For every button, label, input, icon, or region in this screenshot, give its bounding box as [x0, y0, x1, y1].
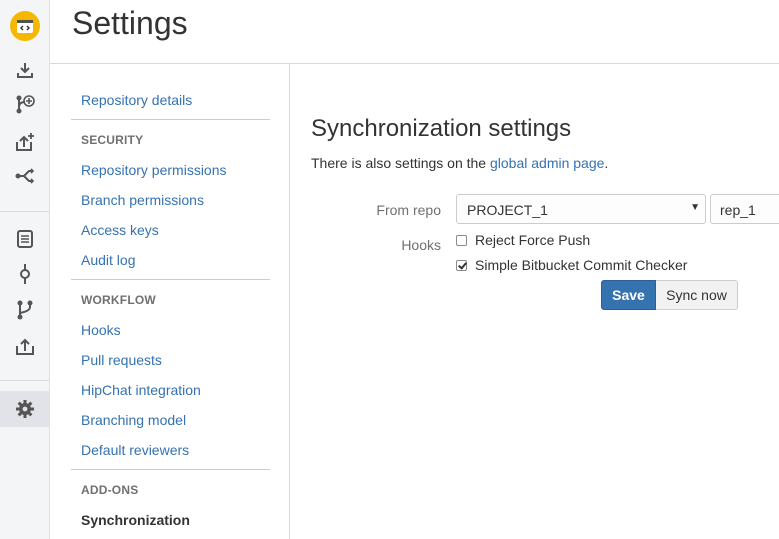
global-admin-link[interactable]: global admin page	[490, 155, 604, 171]
branches-icon[interactable]	[0, 297, 49, 323]
nav-heading-security: SECURITY	[81, 133, 144, 147]
hook-label: Simple Bitbucket Commit Checker	[475, 257, 688, 273]
pull-requests-icon[interactable]	[0, 333, 49, 359]
from-repo-label: From repo	[376, 202, 441, 218]
info-text: There is also settings on the global adm…	[311, 154, 608, 172]
save-button[interactable]: Save	[601, 280, 656, 310]
sync-now-button[interactable]: Sync now	[656, 280, 738, 310]
nav-synchronization[interactable]: Synchronization	[81, 511, 190, 529]
create-branch-icon[interactable]	[0, 91, 49, 117]
nav-access-keys[interactable]: Access keys	[81, 221, 159, 239]
nav-divider	[71, 119, 270, 120]
hooks-label: Hooks	[401, 237, 441, 253]
project-select[interactable]: PROJECT_1 ▼	[456, 194, 706, 224]
bitbucket-logo-icon[interactable]	[0, 10, 49, 42]
nav-heading-add-ons: ADD-ONS	[81, 483, 139, 497]
hook-simple-commit-checker[interactable]: Simple Bitbucket Commit Checker	[456, 256, 687, 274]
nav-branch-permissions[interactable]: Branch permissions	[81, 191, 204, 209]
info-suffix: .	[604, 155, 609, 171]
nav-repository-details[interactable]: Repository details	[81, 91, 192, 109]
nav-hipchat-integration[interactable]: HipChat integration	[81, 381, 201, 399]
checkbox[interactable]	[456, 234, 467, 246]
nav-heading-workflow: WORKFLOW	[81, 293, 156, 307]
info-prefix: There is also settings on the	[311, 155, 490, 171]
repo-select-value: rep_1	[720, 202, 756, 218]
nav-branching-model[interactable]: Branching model	[81, 411, 186, 429]
nav-divider	[71, 469, 270, 470]
clone-icon[interactable]	[0, 57, 49, 83]
nav-default-reviewers[interactable]: Default reviewers	[81, 441, 189, 459]
fork-icon[interactable]	[0, 163, 49, 189]
checkbox-checked[interactable]	[456, 259, 467, 271]
nav-audit-log[interactable]: Audit log	[81, 251, 135, 269]
settings-gear-icon[interactable]	[0, 391, 49, 427]
repo-select[interactable]: rep_1	[710, 194, 779, 224]
source-icon[interactable]	[0, 226, 49, 252]
commits-icon[interactable]	[0, 261, 49, 287]
create-pull-request-icon[interactable]	[0, 129, 49, 155]
sidebar-rail	[0, 0, 50, 539]
settings-nav: Repository details SECURITY Repository p…	[50, 64, 290, 539]
project-select-value: PROJECT_1	[467, 202, 548, 218]
nav-repository-permissions[interactable]: Repository permissions	[81, 161, 227, 179]
page-title: Settings	[72, 5, 188, 41]
nav-pull-requests[interactable]: Pull requests	[81, 351, 162, 369]
dropdown-arrow-icon: ▼	[690, 202, 700, 213]
hook-label: Reject Force Push	[475, 232, 591, 248]
nav-divider	[71, 279, 270, 280]
section-title: Synchronization settings	[311, 115, 572, 142]
hook-reject-force-push[interactable]: Reject Force Push	[456, 231, 590, 249]
nav-hooks[interactable]: Hooks	[81, 321, 121, 339]
